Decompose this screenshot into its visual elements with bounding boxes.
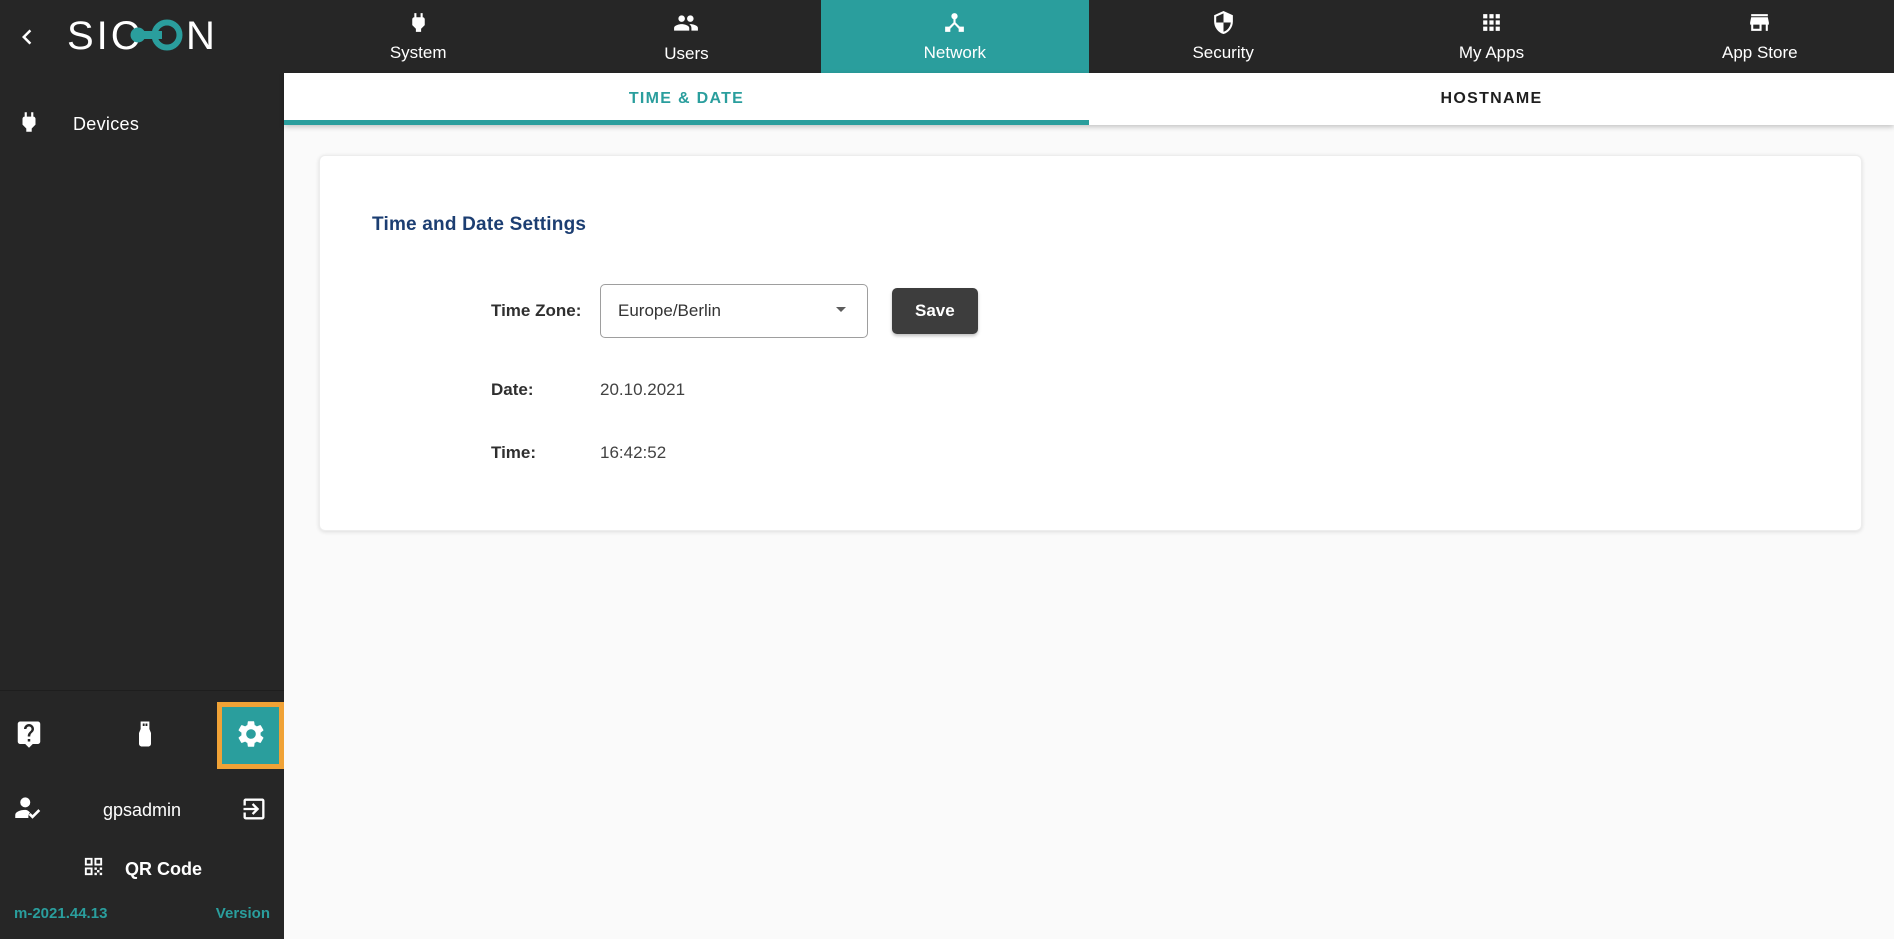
- version-label: Version: [215, 904, 270, 922]
- timezone-select[interactable]: Europe/Berlin: [600, 284, 868, 338]
- date-label: Date:: [491, 380, 534, 399]
- time-row: Time: 16:42:52: [491, 443, 1861, 463]
- tab-security[interactable]: Security: [1089, 0, 1357, 73]
- tab-label: System: [389, 43, 447, 62]
- plug-icon: [16, 109, 42, 140]
- chevron-left-icon: [12, 22, 42, 55]
- plug-icon: [406, 10, 431, 40]
- svg-text:N: N: [186, 14, 215, 58]
- timezone-value: Europe/Berlin: [618, 301, 722, 320]
- sicon-logo: SIC N: [67, 13, 235, 64]
- usb-stick-icon: [130, 719, 160, 752]
- tab-users[interactable]: Users: [552, 0, 820, 73]
- time-date-form: Time Zone: Europe/Berlin Save Date: 20.1…: [491, 284, 1861, 463]
- logout-button[interactable]: [240, 795, 268, 826]
- tab-label: My Apps: [1458, 43, 1525, 62]
- exit-icon: [240, 795, 268, 826]
- time-label: Time:: [491, 443, 537, 462]
- user-check-icon: [14, 793, 44, 828]
- tab-label: Users: [664, 43, 709, 63]
- version-value: m-2021.44.13: [14, 904, 108, 922]
- tab-hostname[interactable]: HOSTNAME: [1089, 73, 1894, 125]
- date-value: 20.10.2021: [600, 380, 686, 399]
- store-icon: [1747, 10, 1772, 40]
- qr-code-label: QR Code: [124, 858, 202, 879]
- settings-button[interactable]: [217, 701, 284, 769]
- user-row: gpsadmin: [0, 779, 284, 841]
- main-column: System Users Network Security My Apps Ap…: [284, 0, 1894, 939]
- qr-code-button[interactable]: QR Code: [0, 841, 284, 897]
- tab-app-store[interactable]: App Store: [1626, 0, 1894, 73]
- card-title: Time and Date Settings: [372, 214, 587, 235]
- username: gpsadmin: [102, 799, 182, 820]
- help-icon: [14, 719, 44, 752]
- sidebar-bottom: gpsadmin QR Code m-2021.44.13 Version: [0, 690, 284, 939]
- sub-tab-bar: TIME & DATE HOSTNAME: [284, 73, 1894, 125]
- content-area: Time and Date Settings Time Zone: Europe…: [284, 125, 1894, 939]
- devices-label: Devices: [73, 113, 140, 134]
- chevron-down-icon: [829, 297, 853, 326]
- tab-system[interactable]: System: [284, 0, 552, 73]
- tab-time-date[interactable]: TIME & DATE: [284, 73, 1089, 125]
- top-navigation: System Users Network Security My Apps Ap…: [284, 0, 1894, 73]
- timezone-label: Time Zone:: [491, 301, 582, 320]
- app-root: SIC N Devices gpsadmin QR Code m-2021.44…: [0, 0, 1894, 939]
- tab-network[interactable]: Network: [820, 0, 1089, 73]
- users-icon: [673, 10, 699, 41]
- qr-code-icon: [82, 855, 105, 883]
- sidebar: SIC N Devices gpsadmin QR Code m-2021.44…: [0, 0, 284, 939]
- tab-label: Security: [1192, 43, 1254, 62]
- shield-icon: [1211, 10, 1236, 40]
- sidebar-item-devices[interactable]: Devices: [0, 99, 284, 149]
- help-button[interactable]: [14, 719, 44, 752]
- back-button[interactable]: [8, 18, 46, 59]
- tab-label: Network: [923, 43, 986, 62]
- sidebar-tool-row: [0, 691, 284, 779]
- tab-label: App Store: [1722, 43, 1798, 62]
- version-row: m-2021.44.13 Version: [0, 897, 284, 939]
- sidebar-header: SIC N: [0, 0, 284, 73]
- date-row: Date: 20.10.2021: [491, 380, 1861, 400]
- time-value: 16:42:52: [600, 443, 667, 462]
- grid-icon: [1479, 10, 1504, 40]
- timezone-row: Time Zone: Europe/Berlin Save: [491, 284, 1861, 338]
- tab-my-apps[interactable]: My Apps: [1357, 0, 1625, 73]
- save-button[interactable]: Save: [892, 288, 978, 334]
- network-icon: [942, 10, 967, 40]
- usb-button[interactable]: [130, 719, 160, 752]
- time-date-card: Time and Date Settings Time Zone: Europe…: [319, 155, 1862, 531]
- gear-icon: [235, 718, 267, 753]
